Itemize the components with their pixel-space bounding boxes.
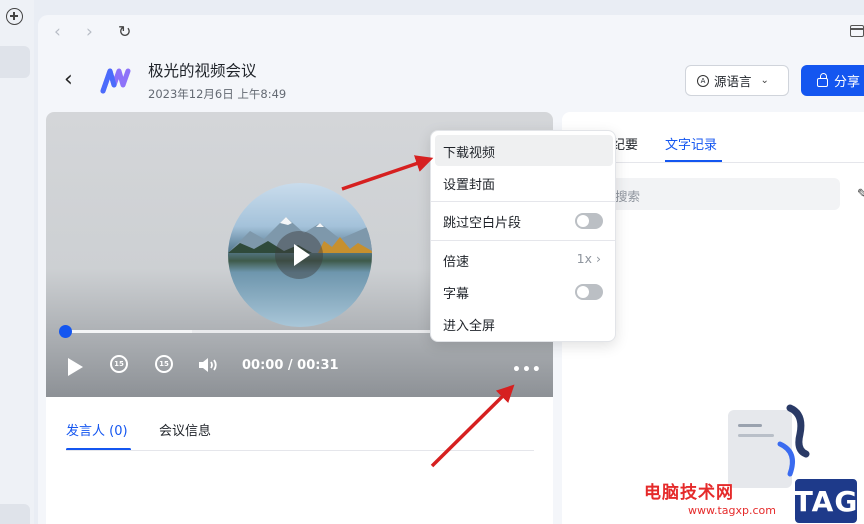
tab-meeting-info[interactable]: 会议信息: [159, 420, 211, 439]
subtitles-toggle[interactable]: [575, 284, 603, 300]
watermark-url: www.tagxp.com: [688, 504, 776, 517]
more-options-icon[interactable]: •••: [512, 362, 542, 378]
share-button[interactable]: 分享: [801, 65, 864, 96]
nav-back-icon[interactable]: ‹: [54, 22, 61, 42]
rail-item-bottom[interactable]: [0, 504, 30, 524]
menu-divider: [431, 201, 615, 202]
video-options-menu: 下载视频 设置封面 跳过空白片段 倍速 1x › 字幕 进入全屏: [430, 130, 616, 342]
edit-icon[interactable]: ✎: [857, 187, 864, 202]
nav-forward-icon[interactable]: ›: [86, 22, 93, 42]
skip-blank-label: 跳过空白片段: [443, 216, 522, 231]
playback-time: 00:00 / 00:31: [242, 358, 339, 373]
forward-15-icon[interactable]: 15: [155, 355, 173, 373]
language-icon: A: [697, 74, 709, 87]
window-mode-icon[interactable]: [850, 25, 864, 37]
page-header: ‹ 极光的视频会议 2023年12月6日 上午8:49 A 源语言 ⌄ 分享: [38, 49, 864, 111]
tab-divider: [66, 450, 534, 451]
menu-item-fullscreen[interactable]: 进入全屏: [435, 308, 613, 339]
play-icon[interactable]: [68, 358, 83, 376]
add-icon[interactable]: [6, 8, 23, 25]
share-button-label: 分享: [834, 75, 861, 90]
menu-item-skip-blank[interactable]: 跳过空白片段: [435, 205, 613, 236]
playback-speed-label: 倍速: [443, 255, 470, 270]
tab-speakers[interactable]: 发言人 (0): [66, 420, 128, 439]
menu-item-set-cover[interactable]: 设置封面: [435, 167, 613, 198]
nav-bar: ‹ › ↻: [38, 15, 864, 49]
volume-icon[interactable]: [198, 357, 220, 373]
transcript-search-input[interactable]: 搜索: [588, 178, 840, 210]
menu-divider: [431, 240, 615, 241]
skip-blank-toggle[interactable]: [575, 213, 603, 229]
progress-handle[interactable]: [59, 325, 72, 338]
watermark-site-name: 电脑技术网: [644, 483, 734, 503]
playback-speed-value: 1x ›: [576, 251, 601, 266]
play-overlay-button[interactable]: [275, 231, 323, 279]
reload-icon[interactable]: ↻: [118, 22, 131, 41]
menu-item-subtitles[interactable]: 字幕: [435, 276, 613, 307]
chevron-down-icon: ⌄: [760, 75, 769, 86]
rewind-15-icon[interactable]: 15: [110, 355, 128, 373]
menu-item-download-video[interactable]: 下载视频: [435, 135, 613, 166]
back-icon[interactable]: ‹: [64, 67, 73, 92]
progress-buffered: [66, 330, 192, 333]
app-logo-icon: [100, 68, 131, 94]
tab-transcript[interactable]: 文字记录: [665, 134, 717, 153]
subtitles-label: 字幕: [443, 287, 470, 302]
rail-item-active[interactable]: [0, 46, 30, 78]
source-language-label: 源语言: [714, 74, 752, 89]
source-language-button[interactable]: A 源语言 ⌄: [685, 65, 789, 96]
page-title: 极光的视频会议: [148, 62, 257, 80]
left-rail: [0, 0, 34, 524]
meeting-datetime: 2023年12月6日 上午8:49: [148, 87, 287, 101]
menu-item-playback-speed[interactable]: 倍速 1x ›: [435, 244, 613, 275]
watermark-badge: TAG: [793, 477, 859, 524]
lock-icon: [817, 72, 828, 87]
